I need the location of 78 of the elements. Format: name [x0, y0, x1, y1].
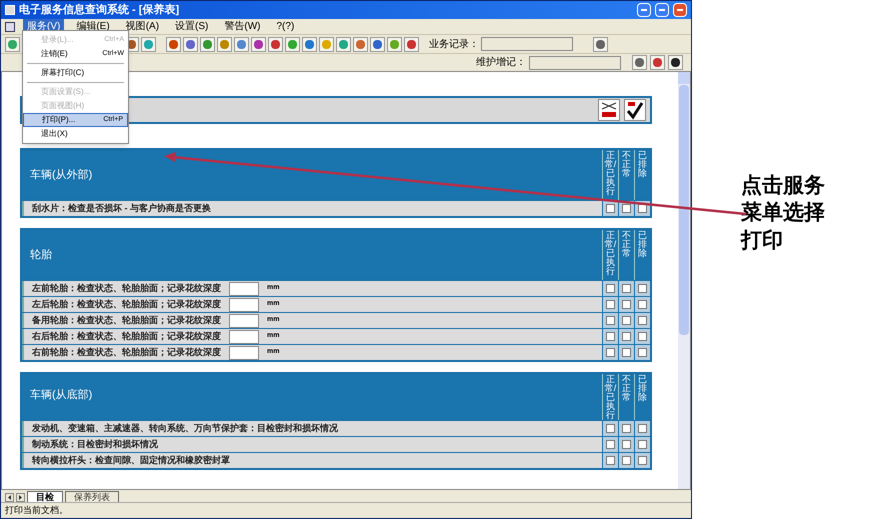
maintenance-field[interactable] — [529, 56, 621, 70]
window-title: 电子服务信息查询系统 - [保养表] — [19, 2, 180, 18]
maintenance-label: 维护增记： — [476, 56, 526, 70]
checkbox[interactable] — [638, 440, 647, 449]
checkbox[interactable] — [606, 316, 615, 325]
dropdown-item[interactable]: 屏幕打印(C) — [23, 66, 128, 80]
checkbox[interactable] — [606, 440, 615, 449]
checkbox[interactable] — [606, 332, 615, 341]
checkbox[interactable] — [622, 284, 631, 293]
checkbox[interactable] — [606, 348, 615, 357]
checkmark-icon[interactable] — [624, 99, 646, 121]
row-text: 发动机、变速箱、主减速器、转向系统、万向节保护套：目检密封和损坏情况 — [32, 422, 338, 435]
close-button[interactable] — [673, 3, 687, 17]
scroll-right-icon[interactable] — [16, 493, 25, 502]
app-icon — [5, 5, 15, 15]
checkbox[interactable] — [622, 332, 631, 341]
maximize-button[interactable] — [655, 3, 669, 17]
column-header: 正常/已执行 — [602, 230, 618, 280]
menu-item[interactable]: 视图(A) — [122, 19, 164, 34]
annotation-text: 点击服务菜单选择打印 — [741, 173, 826, 254]
checkbox[interactable] — [638, 424, 647, 433]
row-text: 左后轮胎：检查状态、轮胎胎面；记录花纹深度 — [32, 298, 221, 311]
checkbox[interactable] — [622, 424, 631, 433]
checkbox[interactable] — [622, 204, 631, 213]
checkbox[interactable] — [622, 456, 631, 465]
depth-field[interactable] — [229, 314, 259, 328]
dropdown-item[interactable]: 退出(X) — [23, 127, 128, 141]
scroll-left-icon[interactable] — [5, 493, 14, 502]
minimize-button[interactable] — [637, 3, 651, 17]
depth-field[interactable] — [229, 298, 259, 312]
column-header: 正常/已执行 — [602, 150, 618, 200]
checkbox[interactable] — [606, 204, 615, 213]
depth-field[interactable] — [229, 282, 259, 296]
row-text: 右前轮胎：检查状态、轮胎胎面；记录花纹深度 — [32, 346, 221, 359]
checkbox[interactable] — [638, 300, 647, 309]
row-text: 右后轮胎：检查状态、轮胎胎面；记录花纹深度 — [32, 330, 221, 343]
toolbar-icon[interactable] — [668, 55, 683, 70]
row-text: 左前轮胎：检查状态、轮胎胎面；记录花纹深度 — [32, 282, 221, 295]
section-title: 车辆(从底部) — [30, 388, 92, 403]
checkbox[interactable] — [606, 424, 615, 433]
checkbox[interactable] — [606, 300, 615, 309]
checkbox[interactable] — [622, 348, 631, 357]
checkbox[interactable] — [638, 348, 647, 357]
section-title: 车辆(从外部) — [30, 168, 92, 183]
checkbox[interactable] — [622, 316, 631, 325]
checkbox[interactable] — [638, 456, 647, 465]
menu-item[interactable]: 设置(S) — [171, 19, 212, 34]
column-header: 已排除 — [634, 230, 650, 280]
checkbox[interactable] — [622, 440, 631, 449]
section-title: 轮胎 — [30, 248, 52, 263]
menu-item[interactable]: ?(?) — [272, 19, 298, 34]
checkbox[interactable] — [606, 284, 615, 293]
checkbox[interactable] — [638, 284, 647, 293]
status-text: 打印当前文档。 — [5, 504, 68, 517]
depth-field[interactable] — [229, 346, 259, 360]
document-icon — [5, 22, 15, 32]
vertical-scrollbar[interactable] — [678, 72, 690, 489]
record-label: 业务记录： — [429, 38, 479, 52]
row-text: 备用轮胎：检查状态、轮胎胎面；记录花纹深度 — [32, 314, 221, 327]
column-header: 不正常 — [618, 230, 634, 280]
scissors-icon[interactable] — [598, 99, 620, 121]
row-text: 刮水片：检查是否损坏 - 与客户协商是否更换 — [32, 202, 211, 215]
checkbox[interactable] — [606, 456, 615, 465]
column-header: 不正常 — [618, 150, 634, 200]
column-header: 不正常 — [618, 374, 634, 420]
row-text: 转向横拉杆头：检查间隙、固定情况和橡胶密封罩 — [32, 454, 230, 467]
checkbox[interactable] — [638, 316, 647, 325]
row-text: 制动系统：目检密封和损坏情况 — [32, 438, 158, 451]
sheet-tab[interactable]: 保养列表 — [65, 491, 119, 502]
checkbox[interactable] — [622, 300, 631, 309]
column-header: 正常/已执行 — [602, 374, 618, 420]
sheet-tab[interactable]: 目检 — [27, 491, 63, 502]
record-field[interactable] — [481, 37, 573, 51]
column-header: 已排除 — [634, 150, 650, 200]
checkbox[interactable] — [638, 332, 647, 341]
depth-field[interactable] — [229, 330, 259, 344]
menu-item[interactable]: 警告(W) — [220, 19, 264, 34]
column-header: 已排除 — [634, 374, 650, 420]
